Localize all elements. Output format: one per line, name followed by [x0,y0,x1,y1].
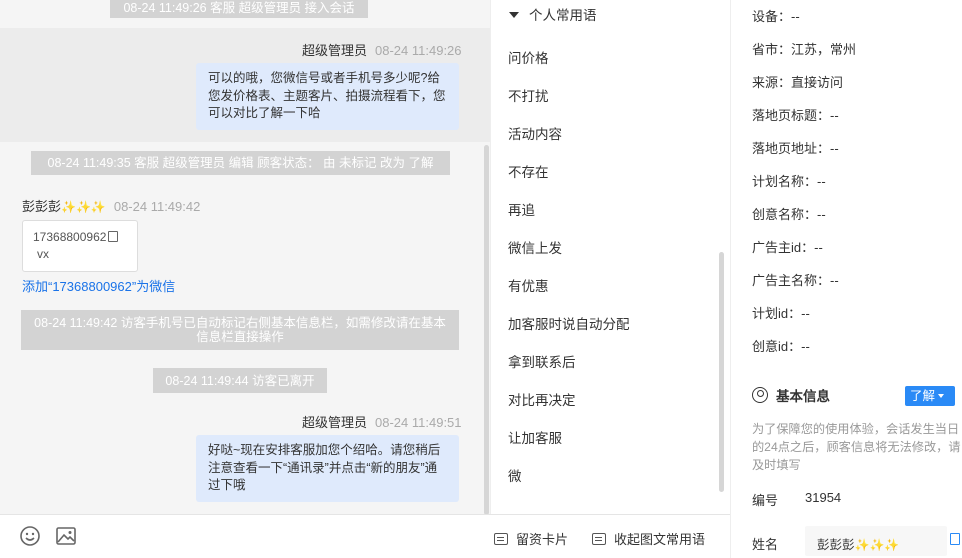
collapse-phrases-button[interactable]: 收起图文常用语 [592,529,705,548]
add-wechat-link[interactable]: 添加“17368800962”为微信 [22,276,175,295]
info-row: 设备：-- [752,9,800,24]
id-label: 编号 [752,493,779,508]
basic-info-title: 基本信息 [776,389,830,404]
phrase-item[interactable]: 不存在 [508,161,549,181]
info-row: 省市：江苏，常州 [752,42,857,57]
caret-down-icon [509,12,519,18]
card-sub: vx [37,247,49,261]
system-message: 08-24 11:49:42 访客手机号已自动标记右侧基本信息栏，如需修改请在基… [21,310,459,350]
message-time: 08-24 11:49:26 [375,43,462,58]
phrases-scrollbar[interactable] [719,252,724,492]
phrase-item[interactable]: 活动内容 [508,123,562,143]
chat-scrollbar[interactable] [484,145,489,515]
phrase-item[interactable]: 微信上发 [508,237,562,257]
phrases-group-title: 个人常用语 [529,8,597,23]
name-emoji: ✨✨✨ [854,538,900,552]
sender-emoji: ✨✨✨ [61,200,106,214]
system-message: 08-24 11:49:44 访客已离开 [153,368,327,393]
id-value: 31954 [805,490,842,505]
lead-card-button[interactable]: 留资卡片 [494,529,568,548]
phrases-footer: 留资卡片 收起图文常用语 [490,514,730,558]
user-icon [752,387,768,403]
chat-toolbar [0,514,490,558]
phrase-item[interactable]: 让加客服 [508,427,562,447]
info-row: 计划名称：-- [752,174,826,189]
chat-panel: 08-24 11:49:26 客服 超级管理员 接入会话 超级管理员 08-24 … [0,0,490,558]
info-row: 计划id：-- [752,306,810,321]
sender-name: 超级管理员 [302,415,368,430]
phrases-icon [592,532,606,545]
customer-status-dropdown[interactable]: 了解 [905,386,955,406]
info-row: 广告主id：-- [752,240,823,255]
basic-info-header: 基本信息 [752,385,830,405]
copy-icon[interactable] [108,231,119,242]
edit-notice: 为了保障您的使用体验，会话发生当日的24点之后，顾客信息将无法修改，请及时填写 [752,422,961,472]
info-row: 落地页地址：-- [752,141,839,156]
agent-message-bubble: 可以的哦，您微信号或者手机号多少呢?给您发价格表、主题客片、拍摄流程看下，您可以… [196,63,459,130]
image-icon[interactable] [55,525,77,547]
status-label: 了解 [910,389,936,403]
card-number: 17368800962 [33,230,107,244]
info-row: 创意id：-- [752,339,810,354]
lead-card-label: 留资卡片 [516,532,569,547]
phrases-panel: 个人常用语 问价格 不打扰 活动内容 不存在 再追 微信上发 有优惠 加客服时说… [490,0,730,514]
smile-icon[interactable] [19,525,41,547]
chat-messages[interactable]: 08-24 11:49:26 客服 超级管理员 接入会话 超级管理员 08-24 … [0,0,490,512]
message-header: 超级管理员 08-24 11:49:26 [302,40,462,59]
card-icon [494,532,508,545]
collapse-phrases-label: 收起图文常用语 [614,532,706,547]
info-row: 广告主名称：-- [752,273,839,288]
phone-card: 17368800962 vx [22,220,138,272]
info-row: 来源：直接访问 [752,75,844,90]
phrase-item[interactable]: 问价格 [508,47,549,67]
name-label: 姓名 [752,537,779,552]
phrase-item[interactable]: 有优惠 [508,275,549,295]
phrase-item[interactable]: 不打扰 [508,85,549,105]
name-value: 彭彭彭 [817,538,855,552]
message-time: 08-24 11:49:51 [375,415,462,430]
phrases-group-header[interactable]: 个人常用语 [509,4,597,24]
message-header: 超级管理员 08-24 11:49:51 [302,412,462,431]
sender-name: 超级管理员 [302,43,368,58]
system-message: 08-24 11:49:26 客服 超级管理员 接入会话 [110,0,368,18]
phrase-item[interactable]: 拿到联系后 [508,351,576,371]
caret-down-icon [938,394,945,398]
message-time: 08-24 11:49:42 [113,199,201,214]
message-header: 彭彭彭✨✨✨ 08-24 11:49:42 [22,196,200,215]
agent-message-bubble: 好哒~现在安排客服加您个绍哈。请您稍后注意查看一下“通讯录”并点击“新的朋友”通… [196,435,459,502]
copy-icon[interactable] [950,533,960,545]
sender-name: 彭彭彭 [22,199,62,214]
info-row: 创意名称：-- [752,207,826,222]
name-field[interactable]: 彭彭彭✨✨✨ [805,526,947,556]
phrase-item[interactable]: 加客服时说自动分配 [508,313,630,333]
info-row: 落地页标题：-- [752,108,839,123]
visitor-info-panel: 设备：-- 省市：江苏，常州 来源：直接访问 落地页标题：-- 落地页地址：--… [730,0,962,558]
phrase-item[interactable]: 微 [508,465,522,485]
system-message: 08-24 11:49:35 客服 超级管理员 编辑 顾客状态： 由 未标记 改… [31,151,450,175]
phrase-item[interactable]: 再追 [508,199,535,219]
phrase-item[interactable]: 对比再决定 [508,389,576,409]
